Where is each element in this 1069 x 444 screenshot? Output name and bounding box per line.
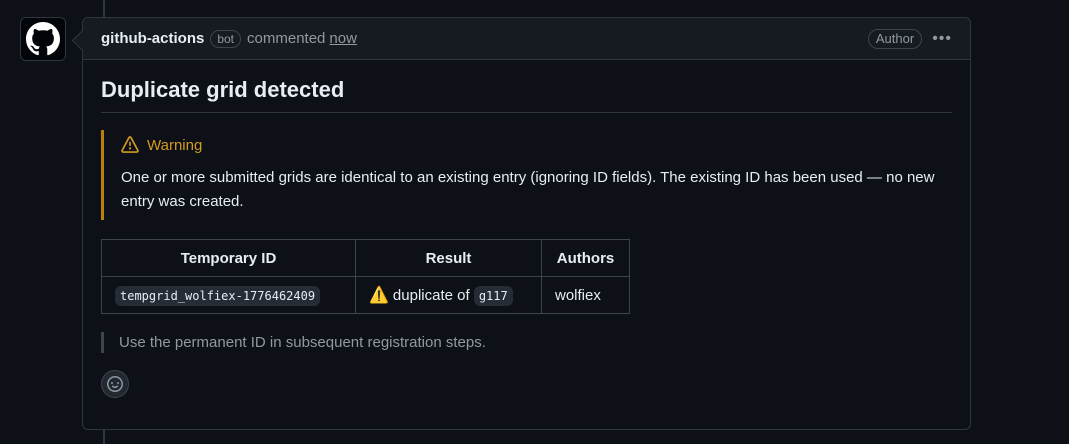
avatar[interactable] <box>20 17 66 61</box>
bot-badge: bot <box>210 29 242 48</box>
temp-id-cell: tempgrid_wolfiex-1776462409 <box>101 276 356 314</box>
author-role-badge: Author <box>867 28 923 49</box>
note-blockquote: Use the permanent ID in subsequent regis… <box>101 332 952 353</box>
column-header-temp-id: Temporary ID <box>101 239 356 277</box>
comment-body: Duplicate grid detected Warning One or m… <box>83 60 970 398</box>
comment-action: commented <box>247 30 326 47</box>
author-link[interactable]: github-actions <box>101 30 204 47</box>
kebab-menu-icon[interactable]: ••• <box>932 30 952 48</box>
authors-cell: wolfiex <box>541 276 630 314</box>
results-table: Temporary ID Result Authors tempgrid_wol… <box>101 239 630 314</box>
result-cell: ⚠️ duplicate of g117 <box>355 276 542 314</box>
result-text: duplicate of <box>392 287 470 304</box>
comment-header: github-actions bot commented now Author … <box>83 18 970 60</box>
alert-triangle-icon <box>121 136 139 153</box>
github-mark-icon <box>26 22 60 56</box>
timestamp-link[interactable]: now <box>329 30 357 47</box>
result-id-code: g117 <box>473 286 513 306</box>
column-header-authors: Authors <box>541 239 630 277</box>
column-header-result: Result <box>355 239 542 277</box>
comment-heading: Duplicate grid detected <box>101 76 952 113</box>
warning-alert: Warning One or more submitted grids are … <box>101 130 952 220</box>
header-actions: Author ••• <box>867 28 952 49</box>
comment-box: github-actions bot commented now Author … <box>82 17 971 430</box>
table-row: tempgrid_wolfiex-1776462409 ⚠️ duplicate … <box>101 276 630 314</box>
warning-emoji-icon: ⚠️ <box>369 287 389 304</box>
smiley-icon <box>107 376 123 392</box>
temp-id-code: tempgrid_wolfiex-1776462409 <box>115 285 321 306</box>
add-reaction-button[interactable] <box>101 370 129 398</box>
table-header-row: Temporary ID Result Authors <box>101 239 630 277</box>
alert-title-label: Warning <box>147 136 203 154</box>
alert-title: Warning <box>121 136 952 154</box>
alert-text: One or more submitted grids are identica… <box>121 169 935 210</box>
